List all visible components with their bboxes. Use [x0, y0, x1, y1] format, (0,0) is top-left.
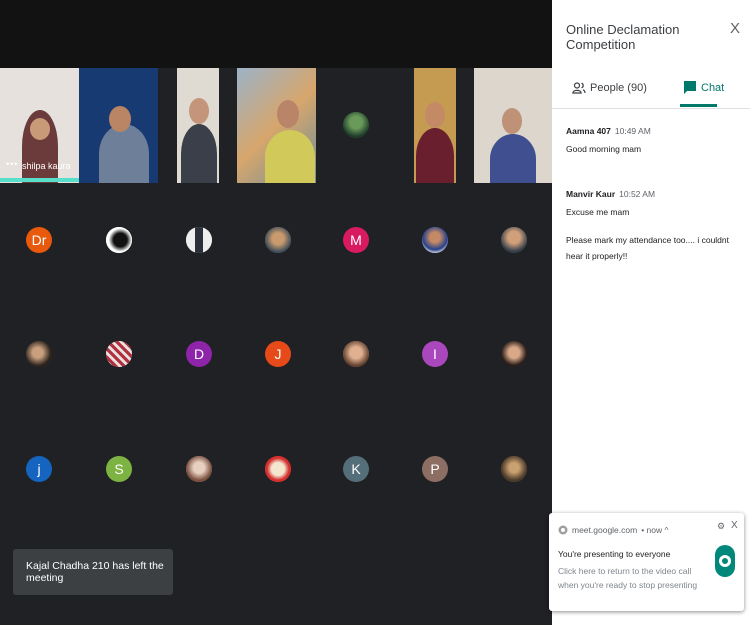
avatar-initials: I	[433, 346, 437, 362]
avatar-photo	[186, 456, 212, 482]
participant-head	[30, 118, 50, 140]
toast-text: Kajal Chadha 210 has left the meeting	[26, 560, 164, 584]
video-tile-0[interactable]: ••• shilpa kaura	[0, 68, 79, 183]
tab-people[interactable]: People (90)	[572, 68, 647, 108]
meet-app-icon	[715, 545, 735, 577]
tab-people-label: People (90)	[590, 82, 647, 94]
participant-avatar[interactable]	[422, 227, 448, 253]
top-bar	[0, 0, 552, 68]
chrome-icon	[558, 525, 568, 535]
participant-avatar[interactable]	[186, 456, 212, 482]
message-author: Aamna 407 10:49 AM	[566, 126, 651, 136]
avatar-initials: D	[193, 346, 205, 362]
avatar-photo	[106, 227, 132, 253]
avatar-initials: K	[351, 461, 361, 477]
avatar-initials: j	[37, 461, 41, 477]
tab-chat-label: Chat	[701, 82, 725, 94]
avatar-photo	[501, 456, 527, 482]
avatar-initials: J	[274, 346, 282, 362]
participant-body	[181, 124, 217, 183]
message-text: Good morning mam	[566, 144, 642, 154]
notification-domain: meet.google.com	[572, 525, 638, 535]
meeting-stage: ••• shilpa kaura Dr M D J I j S K P Kaja…	[0, 0, 552, 625]
participant-head	[425, 102, 445, 128]
participant-avatar[interactable]: P	[422, 456, 448, 482]
avatar-initials: P	[430, 461, 440, 477]
avatar-initials: Dr	[31, 232, 47, 248]
presenting-notification[interactable]: meet.google.com • now ^ ⚙ X You're prese…	[549, 513, 744, 611]
message-author: Manvir Kaur 10:52 AM	[566, 189, 655, 199]
left-meeting-toast: Kajal Chadha 210 has left the meeting	[13, 549, 173, 595]
message-text: Please mark my attendance too.... i coul…	[566, 235, 730, 261]
meet-logo-icon	[719, 555, 731, 567]
video-tile-6[interactable]	[474, 68, 552, 183]
participant-head	[109, 106, 131, 132]
avatar-photo	[26, 341, 52, 367]
participant-avatar[interactable]	[501, 456, 527, 482]
chat-icon	[684, 81, 696, 94]
participant-avatar[interactable]: D	[186, 341, 212, 367]
participant-avatar[interactable]	[26, 341, 52, 367]
people-icon	[572, 82, 586, 94]
panel-divider	[552, 108, 750, 109]
participant-avatar[interactable]	[343, 112, 369, 138]
notification-title: You're presenting to everyone	[558, 549, 671, 559]
participant-avatar[interactable]: K	[343, 456, 369, 482]
tab-chat[interactable]: Chat	[684, 68, 724, 108]
avatar-photo	[106, 341, 132, 367]
participant-avatar[interactable]: J	[265, 341, 291, 367]
participant-avatar[interactable]: S	[106, 456, 132, 482]
message-text: Excuse me mam	[566, 207, 630, 217]
participant-avatar[interactable]: I	[422, 341, 448, 367]
video-tile-3[interactable]	[237, 68, 316, 183]
message-time: 10:52 AM	[619, 189, 656, 199]
speaking-indicator	[0, 178, 79, 182]
participant-body	[490, 134, 536, 183]
participant-avatar[interactable]	[106, 227, 132, 253]
avatar-photo	[265, 456, 291, 482]
author-name: Aamna 407	[566, 126, 611, 136]
avatar-photo	[501, 341, 527, 367]
avatar-photo	[343, 112, 369, 138]
avatar-photo	[501, 227, 527, 253]
participant-avatar[interactable]: j	[26, 456, 52, 482]
tile-name: shilpa kaura	[22, 161, 71, 171]
avatar-initials: S	[114, 461, 124, 477]
avatar-initials: M	[350, 232, 362, 248]
participant-body	[265, 130, 315, 183]
close-panel-button[interactable]: X	[730, 20, 740, 37]
participant-avatar[interactable]	[106, 341, 132, 367]
avatar-photo	[422, 227, 448, 253]
more-options-icon[interactable]: •••	[6, 159, 18, 169]
active-tab-indicator	[680, 104, 717, 107]
participant-avatar[interactable]	[265, 227, 291, 253]
participant-body	[416, 128, 454, 183]
participant-avatar[interactable]: M	[343, 227, 369, 253]
participant-head	[189, 98, 209, 124]
notification-body: Click here to return to the video call w…	[558, 566, 698, 590]
participant-avatar[interactable]	[501, 227, 527, 253]
author-name: Manvir Kaur	[566, 189, 616, 199]
participant-avatar[interactable]	[265, 456, 291, 482]
avatar-photo	[186, 227, 212, 253]
participant-avatar[interactable]	[343, 341, 369, 367]
video-tile-1[interactable]	[79, 68, 158, 183]
notification-time: • now ^	[641, 525, 669, 535]
video-tile-5[interactable]	[414, 68, 456, 183]
video-tile-2[interactable]	[177, 68, 219, 183]
close-notification-button[interactable]: X	[731, 520, 738, 531]
message-time: 10:49 AM	[614, 126, 651, 136]
avatar-photo	[343, 341, 369, 367]
participant-avatar[interactable]	[501, 341, 527, 367]
participant-avatar[interactable]	[186, 227, 212, 253]
participant-head	[502, 108, 522, 134]
avatar-photo	[265, 227, 291, 253]
settings-gear-icon[interactable]: ⚙	[717, 521, 725, 532]
participant-head	[277, 100, 299, 128]
notification-source: meet.google.com • now ^	[558, 525, 668, 535]
participant-avatar[interactable]: Dr	[26, 227, 52, 253]
meeting-title: Online Declamation Competition	[566, 22, 680, 52]
participant-body	[99, 124, 149, 183]
